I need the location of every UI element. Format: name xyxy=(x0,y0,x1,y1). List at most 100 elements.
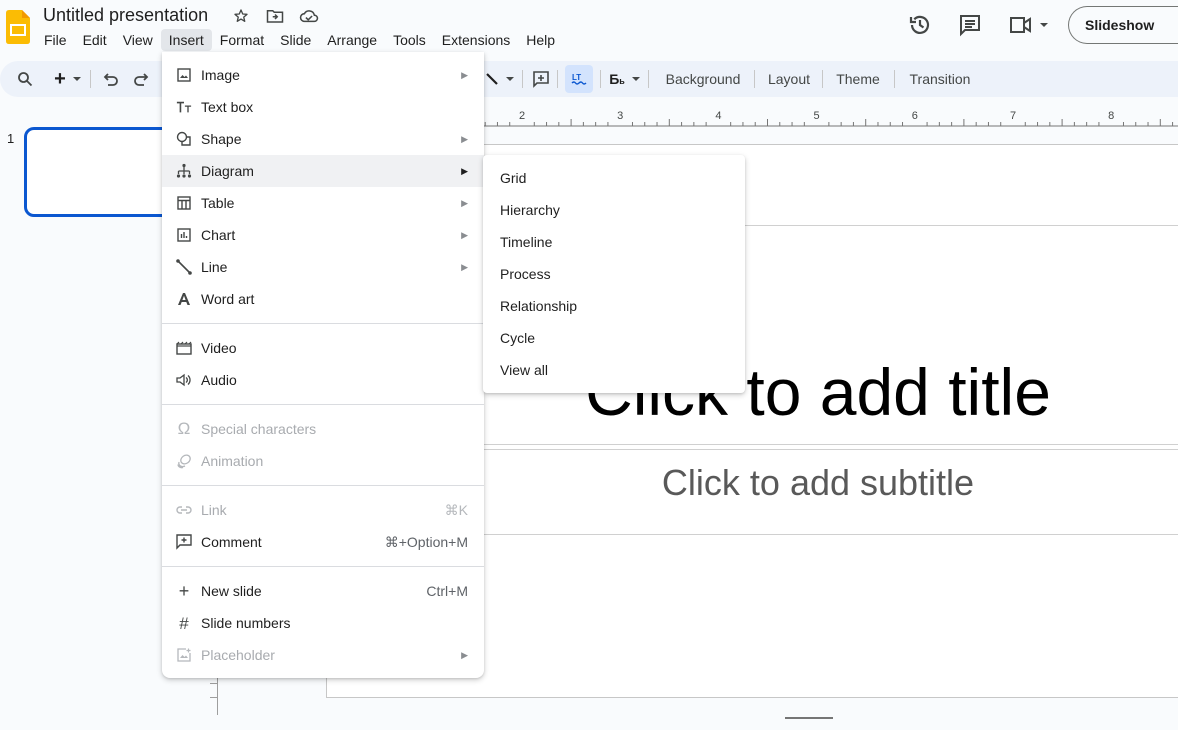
menu-edit[interactable]: Edit xyxy=(75,29,115,51)
menu-help[interactable]: Help xyxy=(518,29,563,51)
layout-button[interactable]: Layout xyxy=(760,61,818,97)
menu-insert[interactable]: Insert xyxy=(160,29,212,51)
menu-item-line[interactable]: Line ▶ xyxy=(162,251,484,283)
slide-thumbnail[interactable] xyxy=(24,127,184,217)
menu-separator xyxy=(162,323,484,324)
menu-item-label: Slide numbers xyxy=(201,615,291,631)
vertical-ruler xyxy=(217,675,218,715)
search-icon[interactable] xyxy=(14,61,36,97)
meet-icon[interactable] xyxy=(1004,5,1054,45)
submenu-item-process[interactable]: Process xyxy=(483,258,745,290)
header-actions: Slideshow xyxy=(900,5,1178,45)
redo-icon[interactable] xyxy=(130,61,152,97)
shortcut-hint: Ctrl+M xyxy=(426,583,468,599)
undo-icon[interactable] xyxy=(100,61,122,97)
spellcheck-icon[interactable]: LT xyxy=(565,65,593,93)
theme-button[interactable]: Theme xyxy=(830,61,886,97)
toolbar-divider xyxy=(754,70,755,88)
link-icon xyxy=(176,502,192,518)
menu-item-shape[interactable]: Shape ▶ xyxy=(162,123,484,155)
svg-text:LT: LT xyxy=(572,73,581,82)
shortcut-hint: ⌘K xyxy=(444,501,468,518)
menu-item-new-slide[interactable]: + New slide Ctrl+M xyxy=(162,575,484,607)
shortcut-hint: ⌘+Option+M xyxy=(384,533,468,550)
toolbar-divider xyxy=(600,70,601,88)
line-tool-button[interactable] xyxy=(480,61,520,97)
menu-bar: File Edit View Insert Format Slide Arran… xyxy=(36,28,563,52)
menu-arrange[interactable]: Arrange xyxy=(319,29,385,51)
menu-item-special-characters: Ω Special characters xyxy=(162,413,484,445)
format-options-button[interactable]: Бь xyxy=(605,61,645,97)
image-icon xyxy=(176,67,192,83)
menu-file[interactable]: File xyxy=(36,29,75,51)
speaker-notes-drag-handle[interactable] xyxy=(785,717,833,719)
menu-item-label: Table xyxy=(201,195,235,211)
menu-item-label: Comment xyxy=(201,534,262,550)
slides-logo-icon[interactable] xyxy=(6,10,30,44)
menu-item-label: Placeholder xyxy=(201,647,275,663)
menu-item-animation: Animation xyxy=(162,445,484,477)
transition-button[interactable]: Transition xyxy=(902,61,978,97)
star-icon[interactable] xyxy=(231,6,251,26)
version-history-icon[interactable] xyxy=(900,5,940,45)
menu-item-table[interactable]: Table ▶ xyxy=(162,187,484,219)
chart-icon xyxy=(176,227,192,243)
menu-item-slide-numbers[interactable]: # Slide numbers xyxy=(162,607,484,639)
toolbar-divider xyxy=(522,70,523,88)
menu-item-comment[interactable]: Comment ⌘+Option+M xyxy=(162,526,484,558)
menu-item-label: Chart xyxy=(201,227,236,243)
menu-item-label: Text box xyxy=(201,99,254,115)
submenu-arrow-icon: ▶ xyxy=(461,261,468,272)
cloud-saved-icon[interactable] xyxy=(299,6,319,26)
menu-separator xyxy=(162,485,484,486)
submenu-item-cycle[interactable]: Cycle xyxy=(483,322,745,354)
submenu-item-timeline[interactable]: Timeline xyxy=(483,226,745,258)
menu-item-diagram[interactable]: Diagram ▶ xyxy=(162,155,484,187)
menu-item-chart[interactable]: Chart ▶ xyxy=(162,219,484,251)
toolbar-divider xyxy=(894,70,895,88)
hash-icon: # xyxy=(179,613,189,633)
horizontal-ruler[interactable]: 2 3 4 5 6 7 8 xyxy=(484,100,1178,128)
menu-item-image[interactable]: Image ▶ xyxy=(162,59,484,91)
slideshow-button[interactable]: Slideshow xyxy=(1068,6,1178,44)
menu-format[interactable]: Format xyxy=(212,29,272,51)
submenu-arrow-icon: ▶ xyxy=(461,69,468,80)
chevron-down-icon xyxy=(631,77,640,81)
add-comment-icon[interactable] xyxy=(530,61,552,97)
menu-item-text-box[interactable]: Text box xyxy=(162,91,484,123)
menu-slide[interactable]: Slide xyxy=(272,29,319,51)
menu-extensions[interactable]: Extensions xyxy=(434,29,518,51)
menu-item-label: New slide xyxy=(201,583,262,599)
add-comment-icon xyxy=(176,534,192,550)
background-button[interactable]: Background xyxy=(658,61,748,97)
menu-tools[interactable]: Tools xyxy=(385,29,434,51)
vertical-ruler-tick xyxy=(210,683,217,684)
menu-item-video[interactable]: Video xyxy=(162,332,484,364)
menu-item-audio[interactable]: Audio xyxy=(162,364,484,396)
ruler-label: 4 xyxy=(715,110,721,122)
toolbar-divider xyxy=(90,70,91,88)
omega-icon: Ω xyxy=(177,419,191,438)
menu-item-label: Special characters xyxy=(201,421,317,437)
chevron-down-icon xyxy=(506,77,514,81)
comments-icon[interactable] xyxy=(950,5,990,45)
menu-item-link: Link ⌘K xyxy=(162,494,484,526)
line-icon xyxy=(176,259,192,275)
plus-icon: + xyxy=(54,67,66,90)
document-title[interactable]: Untitled presentation xyxy=(43,5,208,26)
submenu-arrow-icon: ▶ xyxy=(461,133,468,144)
menu-item-label: Link xyxy=(201,502,227,518)
menu-item-label: Word art xyxy=(201,291,255,307)
subtitle-placeholder[interactable]: Click to add subtitle xyxy=(468,462,1168,504)
title-icons xyxy=(231,6,319,26)
new-slide-button[interactable]: + xyxy=(48,61,88,97)
menu-item-label: Line xyxy=(201,259,228,275)
submenu-item-relationship[interactable]: Relationship xyxy=(483,290,745,322)
submenu-item-hierarchy[interactable]: Hierarchy xyxy=(483,194,745,226)
menu-view[interactable]: View xyxy=(115,29,161,51)
submenu-item-grid[interactable]: Grid xyxy=(483,162,745,194)
menu-item-word-art[interactable]: Word art xyxy=(162,283,484,315)
move-folder-icon[interactable] xyxy=(265,6,285,26)
submenu-item-view-all[interactable]: View all xyxy=(483,354,745,386)
submenu-arrow-icon: ▶ xyxy=(461,165,468,176)
